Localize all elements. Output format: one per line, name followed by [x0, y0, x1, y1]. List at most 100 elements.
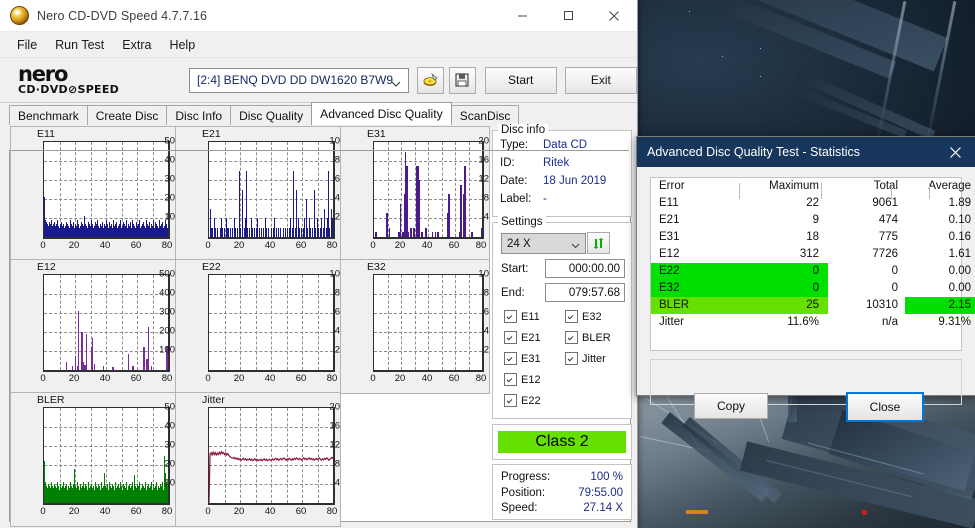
- menu-item-help[interactable]: Help: [161, 35, 203, 55]
- checkbox-e12[interactable]: E12: [504, 373, 541, 386]
- y-axis-tick: 4: [334, 477, 340, 489]
- chart-bar: [287, 227, 288, 237]
- chart-spike: [386, 213, 388, 237]
- toolbar: nero CD·DVD⊘SPEED [2:4] BENQ DVD DD DW16…: [0, 58, 638, 103]
- checkbox-e22[interactable]: E22: [504, 394, 541, 407]
- checkbox-e11[interactable]: E11: [504, 310, 540, 323]
- refresh-button[interactable]: [587, 232, 610, 254]
- position-label: Position:: [501, 487, 546, 499]
- save-button[interactable]: [448, 66, 476, 94]
- x-axis-tick: 0: [205, 240, 211, 251]
- checkbox-label: E21: [521, 331, 541, 344]
- menu-item-extra[interactable]: Extra: [114, 35, 159, 55]
- tab-disc-quality[interactable]: Disc Quality: [230, 105, 313, 125]
- chart-spike: [78, 310, 80, 370]
- x-axis-tick: 60: [448, 240, 460, 251]
- y-axis-tick: 2: [483, 344, 489, 356]
- x-axis-tick: 40: [264, 506, 276, 517]
- checkbox-box: [504, 310, 517, 323]
- x-axis-tick: 20: [68, 506, 80, 517]
- chart-spike: [150, 366, 153, 370]
- chart-spike: [112, 367, 114, 370]
- chart-spike: [388, 227, 391, 237]
- cell-total: 9061: [872, 197, 898, 209]
- chart-spike: [425, 227, 427, 237]
- tab-benchmark[interactable]: Benchmark: [9, 105, 88, 125]
- y-axis-tick: 40: [164, 154, 175, 166]
- x-axis-tick: 80: [326, 240, 338, 251]
- dialog-title-bar: Advanced Disc Quality Test - Statistics: [637, 137, 975, 167]
- tab-create-disc[interactable]: Create Disc: [86, 105, 168, 125]
- eject-disc-button[interactable]: [417, 66, 444, 94]
- chart-title: E31: [367, 128, 386, 140]
- tab-disc-info[interactable]: Disc Info: [166, 105, 232, 125]
- cell-error: E32: [651, 280, 737, 297]
- gridline: [121, 275, 123, 370]
- chart-bar: [215, 227, 216, 237]
- checkbox-label: E22: [521, 394, 541, 407]
- exit-button[interactable]: Exit: [564, 66, 638, 94]
- y-axis-tick: 10: [478, 268, 489, 280]
- cell-maximum: 25: [737, 297, 828, 314]
- wallpaper-light-accent: [862, 510, 867, 515]
- table-row: E11 22 9061 1.89: [651, 195, 975, 212]
- cell-total: 474: [878, 214, 898, 226]
- y-axis-tick: 300: [159, 306, 175, 318]
- drive-select[interactable]: [2:4] BENQ DVD DD DW1620 B7W9: [189, 67, 410, 93]
- chevron-down-icon: [391, 77, 401, 91]
- x-axis-tick: 80: [475, 373, 487, 384]
- x-axis-tick: 0: [370, 373, 376, 384]
- checkbox-e31[interactable]: E31: [504, 352, 541, 365]
- x-axis-tick: 0: [205, 506, 211, 517]
- gridline: [286, 275, 288, 370]
- disc-info-group: Disc info Type: Data CD ID: Ritek Date: …: [492, 124, 632, 217]
- maximize-button[interactable]: [545, 1, 591, 31]
- status-panel: Progress: 100 % Position: 79:55.00 Speed…: [492, 464, 632, 520]
- cell-error: E31: [659, 231, 680, 243]
- x-axis-tick: 40: [99, 506, 111, 517]
- y-axis-tick: 50: [164, 401, 175, 413]
- minimize-button[interactable]: [499, 1, 545, 31]
- copy-button[interactable]: Copy: [694, 393, 768, 419]
- checkbox-jitter[interactable]: Jitter: [565, 352, 606, 365]
- checkbox-e32[interactable]: E32: [565, 310, 602, 323]
- checkbox-box: [504, 352, 517, 365]
- x-axis-tick: 20: [233, 506, 245, 517]
- chart-spike: [407, 232, 410, 237]
- wallpaper-ship-shape: [794, 69, 936, 141]
- menu-item-file[interactable]: File: [9, 35, 45, 55]
- chart-bar: [237, 227, 238, 237]
- close-button[interactable]: Close: [846, 392, 924, 422]
- chart-bar: [228, 227, 229, 237]
- chart-spike: [434, 232, 437, 237]
- speed-select[interactable]: 24 X: [501, 233, 586, 254]
- x-axis-tick: 20: [68, 373, 80, 384]
- menu-item-run-test[interactable]: Run Test: [47, 35, 112, 55]
- gridline: [401, 142, 402, 237]
- end-time-input[interactable]: 079:57.68: [545, 283, 625, 302]
- close-button[interactable]: [591, 1, 637, 31]
- chart-bar: [212, 227, 213, 237]
- x-axis-tick: 80: [326, 373, 338, 384]
- disc-info-id-value: Ritek: [543, 157, 570, 169]
- chart-bar: [318, 227, 319, 237]
- chart-bar: [301, 227, 302, 237]
- chart-spike: [471, 232, 473, 237]
- start-button[interactable]: Start: [484, 66, 557, 94]
- y-axis-tick: 20: [329, 401, 340, 413]
- chart-spike: [418, 180, 420, 237]
- x-axis-tick: 60: [295, 240, 307, 251]
- x-axis-tick: 60: [130, 373, 142, 384]
- tab-advanced-disc-quality[interactable]: Advanced Disc Quality: [311, 102, 452, 125]
- start-time-input[interactable]: 000:00.00: [545, 259, 625, 278]
- chart-bar: [312, 227, 313, 237]
- wallpaper-light-accent: [686, 510, 708, 514]
- checkbox-e21[interactable]: E21: [504, 331, 541, 344]
- checkbox-bler[interactable]: BLER: [565, 331, 611, 344]
- speed-value: 27.14 X: [583, 502, 623, 514]
- chart-bar: [230, 227, 231, 237]
- tab-scandisc[interactable]: ScanDisc: [450, 105, 520, 125]
- y-axis-tick: 12: [329, 439, 340, 451]
- y-axis-tick: 20: [164, 458, 175, 470]
- dialog-close-button[interactable]: [935, 137, 975, 167]
